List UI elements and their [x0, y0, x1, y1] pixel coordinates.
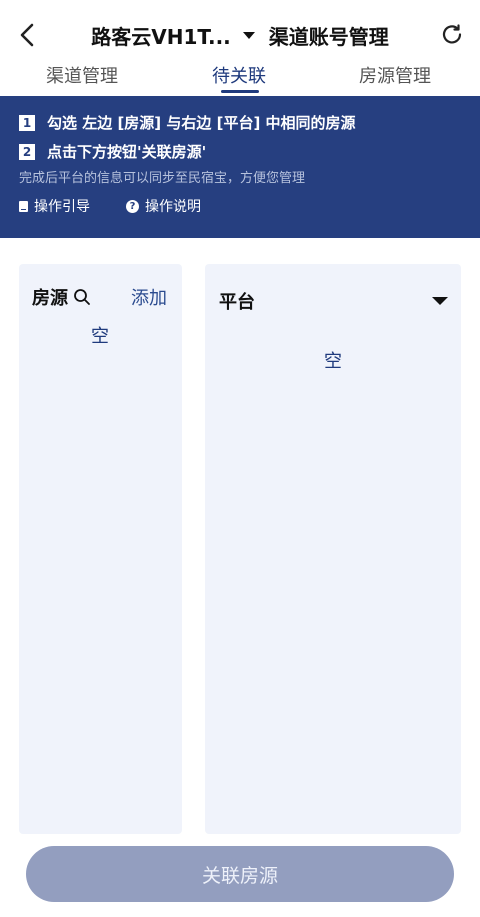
top-bar: 路客云VH1T... 渠道账号管理 — [0, 0, 480, 64]
caret-down-icon — [242, 31, 255, 39]
tab-channel-management[interactable]: 渠道管理 — [46, 62, 118, 88]
refresh-icon — [442, 24, 462, 44]
page-title: 渠道账号管理 — [268, 24, 389, 49]
link-listing-button[interactable]: 关联房源 — [26, 846, 454, 902]
step-1-text: 勾选 左边 [房源] 与右边 [平台] 中相同的房源 — [47, 114, 356, 132]
refresh-button[interactable] — [438, 20, 466, 50]
tab-bar: 渠道管理 待关联 房源管理 — [0, 58, 480, 96]
active-tab-indicator — [221, 90, 259, 93]
book-icon — [19, 200, 28, 212]
step-1-number: 1 — [19, 114, 35, 131]
account-name: 路客云VH1T... — [91, 24, 231, 49]
add-listing-link[interactable]: 添加 — [131, 284, 167, 310]
help-label: 操作说明 — [145, 199, 201, 215]
help-link[interactable]: ? 操作说明 — [126, 196, 201, 216]
platform-empty-text: 空 — [324, 351, 342, 372]
help-links: 操作引导 ? 操作说明 — [19, 196, 237, 216]
guide-label: 操作引导 — [34, 199, 90, 215]
listing-panel-header: 房源 — [32, 284, 91, 310]
listing-empty-text: 空 — [91, 326, 109, 347]
guide-link[interactable]: 操作引导 — [19, 196, 90, 216]
step-2-number: 2 — [19, 143, 35, 160]
step-2: 2 点击下方按钮'关联房源' — [19, 141, 206, 162]
sync-hint: 完成后平台的信息可以同步至民宿宝，方便您管理 — [19, 171, 306, 186]
platform-panel-title: 平台 — [219, 292, 255, 313]
step-2-text: 点击下方按钮'关联房源' — [47, 143, 207, 161]
listing-panel — [19, 264, 182, 834]
account-title[interactable]: 路客云VH1T... 渠道账号管理 — [0, 20, 480, 50]
tab-listing-management[interactable]: 房源管理 — [359, 62, 431, 88]
platform-dropdown-icon[interactable] — [432, 297, 448, 305]
tab-pending-link[interactable]: 待关联 — [212, 62, 266, 88]
listing-panel-title: 房源 — [32, 288, 68, 309]
step-1: 1 勾选 左边 [房源] 与右边 [平台] 中相同的房源 — [19, 112, 356, 133]
question-icon: ? — [126, 199, 139, 213]
search-icon[interactable] — [73, 288, 91, 306]
